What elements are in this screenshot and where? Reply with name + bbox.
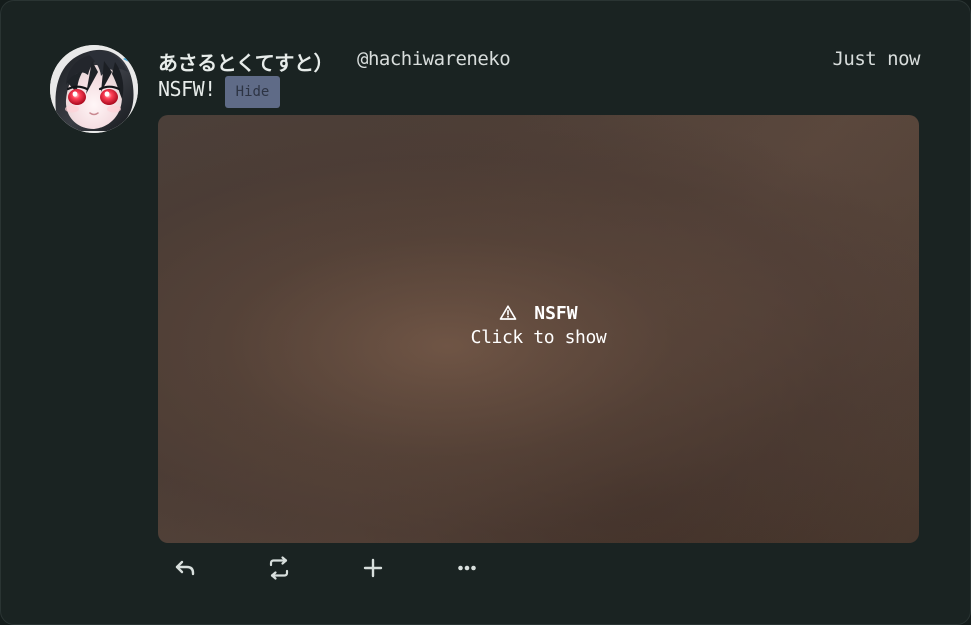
content-warning-row: NSFW! Hide (158, 76, 458, 108)
reaction-button[interactable] (360, 555, 388, 581)
nsfw-overlay: NSFW Click to show (158, 300, 919, 348)
plus-icon (360, 555, 388, 581)
user-display-name[interactable]: あさるとくてすと） (158, 47, 334, 76)
more-icon (454, 555, 482, 581)
renote-button[interactable] (266, 555, 294, 581)
user-avatar-icon[interactable] (50, 45, 138, 133)
user-handle[interactable]: @hachiwareneko (357, 48, 511, 70)
click-to-show-text: Click to show (470, 327, 607, 348)
hide-button[interactable]: Hide (225, 76, 280, 108)
post-timestamp[interactable]: Just now (832, 48, 920, 70)
content-warning-text: NSFW! (158, 77, 216, 101)
post-header: あさるとくてすと） @hachiwareneko Just now (158, 47, 920, 75)
post-actions (172, 555, 492, 581)
renote-icon (266, 555, 294, 581)
nsfw-label-line: NSFW (158, 300, 919, 328)
warning-icon (499, 303, 517, 321)
post-card: あさるとくてすと） @hachiwareneko Just now NSFW! … (0, 0, 971, 625)
nsfw-overlay-title: NSFW (534, 303, 578, 324)
reply-button[interactable] (172, 555, 200, 581)
more-button[interactable] (454, 555, 482, 581)
reply-icon (172, 555, 200, 581)
nsfw-media-preview[interactable]: NSFW Click to show (158, 115, 919, 543)
